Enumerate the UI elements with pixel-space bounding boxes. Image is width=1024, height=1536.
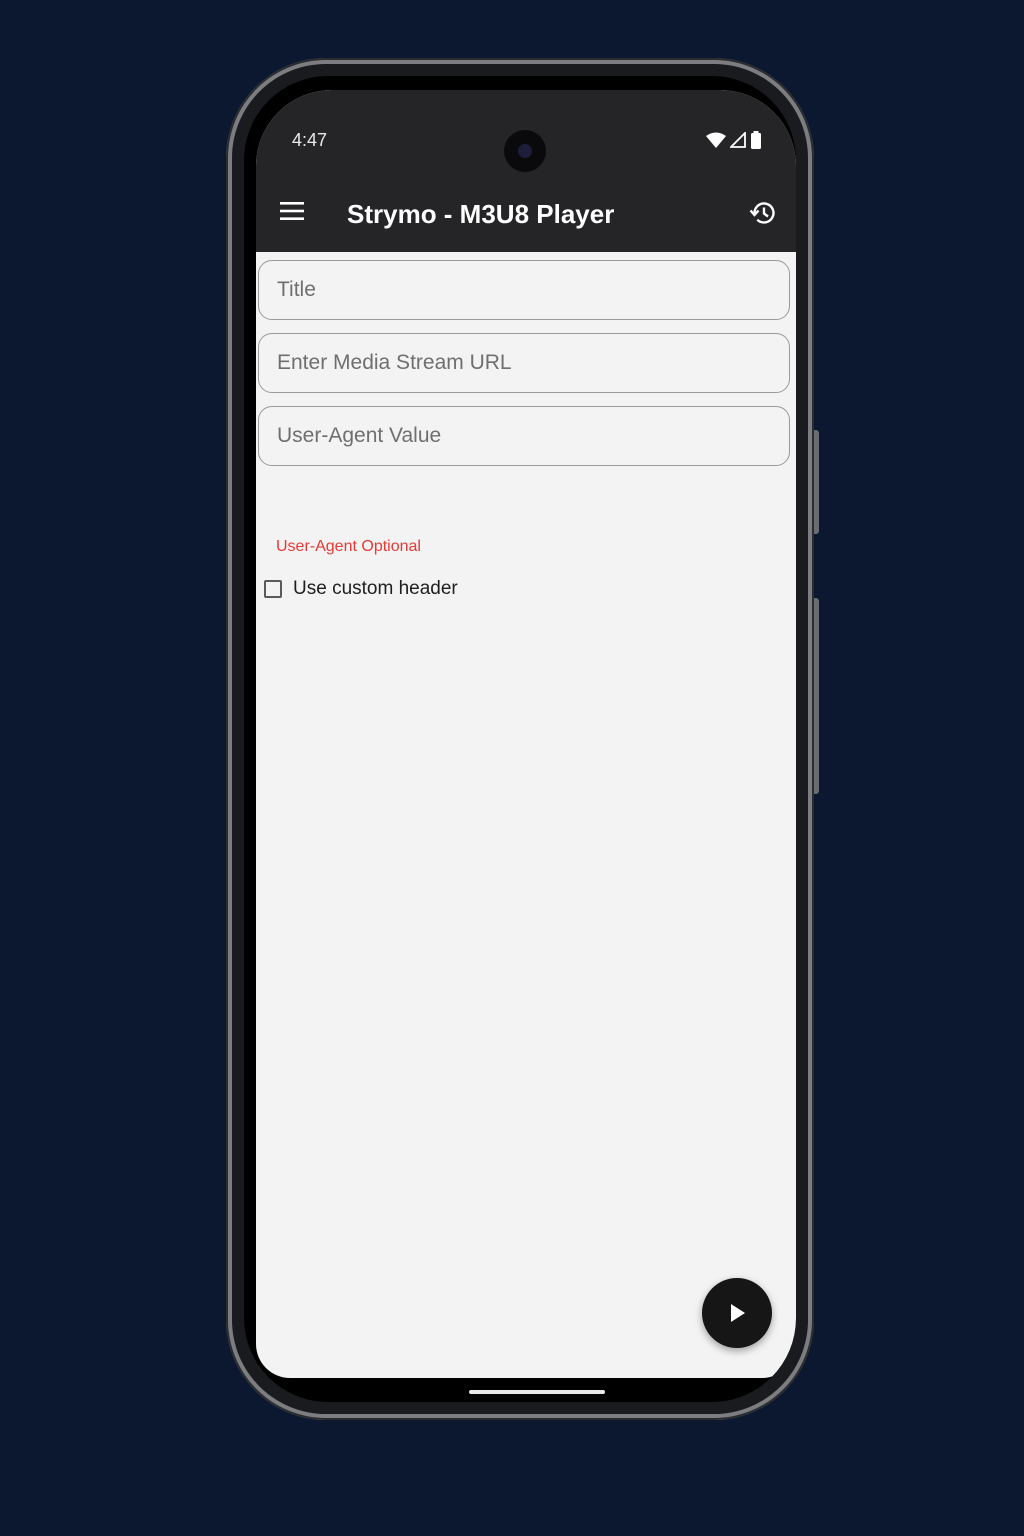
status-icons bbox=[706, 130, 762, 150]
title-input[interactable] bbox=[259, 261, 789, 319]
user-agent-helper-text: User-Agent Optional bbox=[276, 538, 421, 555]
custom-header-checkbox-row[interactable]: Use custom header bbox=[264, 578, 458, 600]
user-agent-field[interactable] bbox=[258, 406, 790, 466]
app-screen: 4:47 Strymo - M3U8 Player Title Enter Me… bbox=[256, 90, 796, 1378]
app-title: Strymo - M3U8 Player bbox=[347, 199, 615, 229]
custom-header-label: Use custom header bbox=[293, 578, 458, 599]
wifi-icon bbox=[706, 132, 726, 148]
custom-header-checkbox[interactable] bbox=[264, 580, 282, 598]
phone-frame: 4:47 Strymo - M3U8 Player Title Enter Me… bbox=[226, 58, 819, 1420]
status-time: 4:47 bbox=[292, 130, 328, 150]
play-icon bbox=[731, 1304, 745, 1322]
hamburger-menu-icon[interactable] bbox=[278, 200, 306, 222]
volume-button bbox=[814, 598, 819, 794]
app-bar: 4:47 Strymo - M3U8 Player bbox=[256, 90, 796, 252]
signal-icon bbox=[730, 132, 746, 148]
stream-url-field[interactable] bbox=[258, 333, 790, 393]
user-agent-input[interactable] bbox=[259, 407, 789, 465]
home-indicator[interactable] bbox=[469, 1390, 605, 1394]
screen-bezel: 4:47 Strymo - M3U8 Player Title Enter Me… bbox=[244, 76, 796, 1402]
phone-body: 4:47 Strymo - M3U8 Player Title Enter Me… bbox=[232, 64, 808, 1414]
history-icon[interactable] bbox=[748, 198, 778, 228]
front-camera bbox=[504, 130, 546, 172]
title-field[interactable] bbox=[258, 260, 790, 320]
battery-icon bbox=[751, 131, 761, 149]
power-button bbox=[814, 430, 819, 534]
stream-url-input[interactable] bbox=[259, 334, 789, 392]
play-button[interactable] bbox=[702, 1278, 772, 1348]
